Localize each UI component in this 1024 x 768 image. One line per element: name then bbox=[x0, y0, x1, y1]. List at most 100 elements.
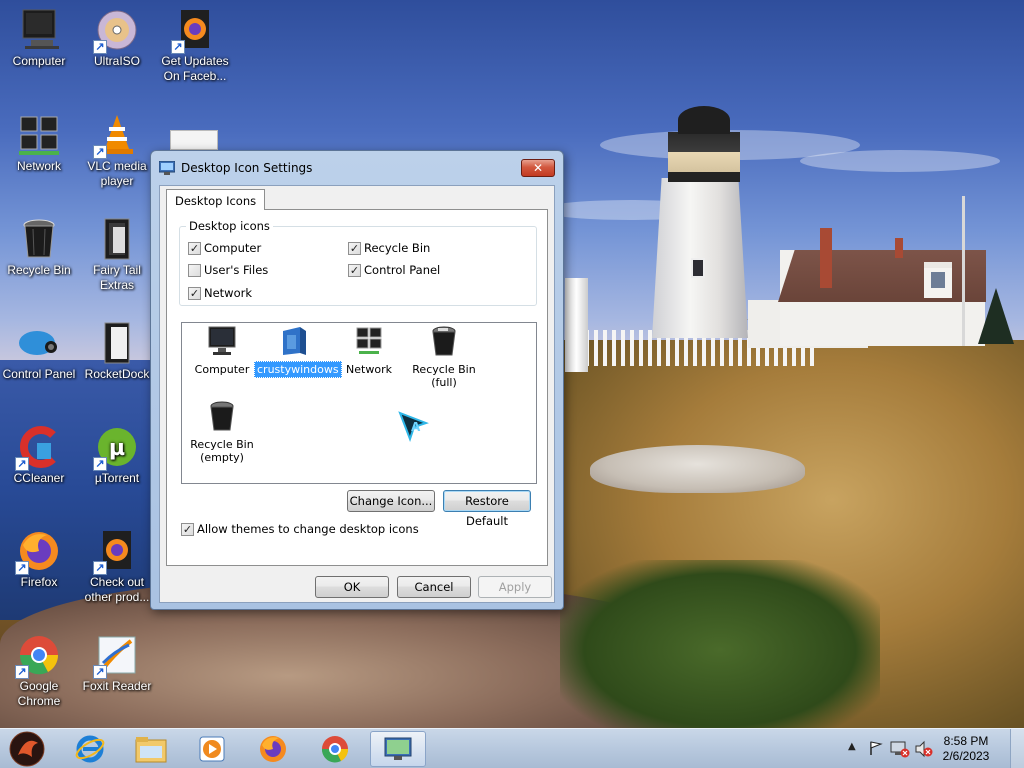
taskbar: ▲ 8:58 PM 2/6/2023 bbox=[0, 728, 1024, 768]
checkbox-label: Computer bbox=[204, 241, 262, 255]
taskbar-desktop-icon-settings[interactable] bbox=[370, 731, 426, 767]
checkbox-network[interactable]: ✓ Network bbox=[188, 286, 252, 300]
desktop-icon-label: Google Chrome bbox=[17, 679, 61, 708]
desktop-icon-vlc[interactable]: ↗ VLC media player bbox=[78, 113, 156, 189]
folder-icon bbox=[95, 321, 139, 365]
list-item-label: Recycle Bin (full) bbox=[412, 363, 476, 389]
internet-explorer-icon bbox=[75, 735, 105, 763]
folder-icon bbox=[95, 217, 139, 261]
desktop-icon-rocketdock[interactable]: RocketDock bbox=[78, 321, 156, 382]
recycle-bin-full-icon bbox=[428, 325, 460, 357]
checkbox-box[interactable]: ✓ bbox=[188, 241, 201, 255]
checkbox-label: Network bbox=[204, 286, 253, 300]
desktop-icons-group: Desktop icons ✓ Computer ✓ Recycle Bin U… bbox=[179, 219, 537, 306]
display-settings-icon bbox=[158, 160, 176, 175]
checkbox-label: Recycle Bin bbox=[364, 241, 431, 255]
taskbar-media-player[interactable] bbox=[184, 731, 240, 767]
svg-text:A: A bbox=[411, 420, 421, 434]
start-orb-icon bbox=[9, 731, 45, 767]
start-button[interactable] bbox=[0, 731, 54, 767]
desktop-icon-ultraiso[interactable]: ↗ UltraISO bbox=[78, 8, 156, 69]
network-icon bbox=[353, 325, 385, 357]
chrome-icon bbox=[321, 736, 349, 763]
group-label: Desktop icons bbox=[186, 219, 273, 233]
firefox-icon bbox=[260, 736, 286, 762]
volume-muted-icon[interactable] bbox=[914, 740, 934, 758]
desktop-icon-label: VLC media player bbox=[87, 159, 147, 188]
network-status-icon[interactable] bbox=[890, 740, 910, 758]
checkbox-box[interactable]: ✓ bbox=[181, 522, 194, 536]
tab-desktop-icons[interactable]: Desktop Icons bbox=[166, 189, 266, 210]
desktop-icon-label: Foxit Reader bbox=[82, 679, 152, 693]
desktop-icon-recycle-bin[interactable]: Recycle Bin bbox=[0, 217, 78, 278]
show-hidden-icons-button[interactable]: ▲ bbox=[848, 741, 860, 755]
checkbox-box[interactable]: ✓ bbox=[348, 241, 361, 255]
desktop-icon-firefox[interactable]: ↗ Firefox bbox=[0, 529, 78, 590]
dialog-client-area: Desktop Icons Desktop icons ✓ Computer ✓… bbox=[159, 185, 555, 603]
checkbox-allow-themes[interactable]: ✓ Allow themes to change desktop icons bbox=[181, 522, 419, 536]
show-desktop-button[interactable] bbox=[1010, 729, 1024, 768]
desktop-icon-label: RocketDock bbox=[84, 367, 150, 381]
tab-panel: Desktop icons ✓ Computer ✓ Recycle Bin U… bbox=[166, 209, 548, 566]
checkbox-label: Control Panel bbox=[364, 263, 441, 277]
desktop-icon-control-panel[interactable]: Control Panel bbox=[0, 321, 78, 382]
recycle-bin-empty-icon bbox=[206, 400, 238, 432]
checkbox-box[interactable]: ✓ bbox=[348, 263, 361, 277]
list-item-network[interactable]: Network bbox=[329, 325, 409, 376]
list-item-computer[interactable]: Computer bbox=[182, 325, 262, 376]
checkbox-box[interactable]: ✓ bbox=[188, 286, 201, 300]
desktop-icon-computer[interactable]: Computer bbox=[0, 8, 78, 69]
restore-default-button[interactable]: Restore Default bbox=[443, 490, 531, 528]
desktop-icon-check-out-other-prod[interactable]: ↗ Check out other prod... bbox=[78, 529, 156, 605]
checkbox-recycle-bin[interactable]: ✓ Recycle Bin bbox=[348, 241, 430, 255]
desktop-icon-label: Computer bbox=[12, 54, 66, 68]
desktop-icon-label: Check out other prod... bbox=[84, 575, 150, 604]
chrome-icon: ↗ bbox=[15, 633, 61, 679]
change-icon-button[interactable]: Change Icon... bbox=[347, 490, 435, 512]
disc-icon: ↗ bbox=[93, 8, 139, 54]
apply-button[interactable]: Apply bbox=[478, 576, 552, 598]
desktop-icon-label: Fairy Tail Extras bbox=[93, 263, 141, 292]
user-folder-icon bbox=[278, 325, 310, 357]
cancel-button[interactable]: Cancel bbox=[397, 576, 471, 598]
desktop-icon-settings-dialog: Desktop Icon Settings ✕ Desktop Icons De… bbox=[150, 150, 564, 610]
ccleaner-icon: ↗ bbox=[15, 425, 61, 471]
list-item-user-folder[interactable]: crustywindows bbox=[254, 325, 342, 378]
desktop-icon-label: Recycle Bin bbox=[7, 263, 71, 277]
taskbar-firefox[interactable] bbox=[245, 731, 301, 767]
taskbar-chrome[interactable] bbox=[307, 731, 363, 767]
desktop-window-thumbnail-icon[interactable] bbox=[170, 130, 218, 150]
vlc-cone-icon: ↗ bbox=[93, 113, 139, 159]
checkbox-box[interactable] bbox=[188, 263, 201, 277]
checkbox-control-panel[interactable]: ✓ Control Panel bbox=[348, 263, 440, 277]
clock[interactable]: 8:58 PM 2/6/2023 bbox=[936, 734, 996, 764]
desktop-icon-label: UltraISO bbox=[93, 54, 140, 68]
desktop-icon-label: Get Updates On Faceb... bbox=[161, 54, 229, 83]
list-item-label: Recycle Bin (empty) bbox=[190, 438, 254, 464]
desktop-icon-label: CCleaner bbox=[13, 471, 65, 485]
desktop-icon-network[interactable]: Network bbox=[0, 113, 78, 174]
desktop-icon-label: Network bbox=[16, 159, 61, 173]
desktop-icon-ccleaner[interactable]: ↗ CCleaner bbox=[0, 425, 78, 486]
checkbox-label: User's Files bbox=[204, 263, 269, 277]
checkbox-computer[interactable]: ✓ Computer bbox=[188, 241, 261, 255]
desktop-icon-settings-icon bbox=[384, 737, 412, 760]
taskbar-file-explorer[interactable] bbox=[123, 731, 179, 767]
file-explorer-icon bbox=[135, 737, 167, 763]
desktop-icon-get-updates[interactable]: ↗ Get Updates On Faceb... bbox=[156, 8, 234, 84]
close-button[interactable]: ✕ bbox=[521, 159, 555, 177]
list-item-recycle-bin-full[interactable]: Recycle Bin (full) bbox=[404, 325, 484, 389]
dialog-titlebar[interactable]: Desktop Icon Settings ✕ bbox=[151, 151, 563, 185]
icon-list-view[interactable]: Computer crustywindows Network Recycle B… bbox=[181, 322, 537, 484]
desktop-icon-fairy-tail-extras[interactable]: Fairy Tail Extras bbox=[78, 217, 156, 293]
taskbar-internet-explorer[interactable] bbox=[62, 731, 118, 767]
notification-area: ▲ 8:58 PM 2/6/2023 bbox=[834, 729, 1024, 768]
desktop-icon-foxit-reader[interactable]: ↗ Foxit Reader bbox=[78, 633, 156, 694]
list-item-recycle-bin-empty[interactable]: Recycle Bin (empty) bbox=[182, 400, 262, 464]
checkbox-users-files[interactable]: User's Files bbox=[188, 263, 268, 277]
action-center-flag-icon[interactable] bbox=[868, 740, 884, 756]
ok-button[interactable]: OK bbox=[315, 576, 389, 598]
desktop-icon-utorrent[interactable]: µ ↗ µTorrent bbox=[78, 425, 156, 486]
desktop-icon-google-chrome[interactable]: ↗ Google Chrome bbox=[0, 633, 78, 709]
firefox-doc-icon: ↗ bbox=[171, 8, 217, 54]
